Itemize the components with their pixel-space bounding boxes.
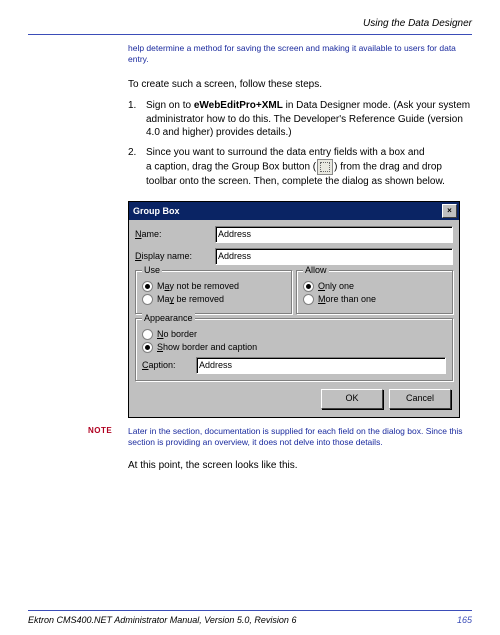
step-1: 1. Sign on to eWebEditPro+XML in Data De… [128,99,472,140]
use-option-not-removed[interactable]: May not be removed [142,281,285,292]
name-label: Name: [135,229,215,239]
page-footer: Ektron CMS400.NET Administrator Manual, … [28,604,472,625]
footer-rule [28,610,472,611]
step-2: 2. Since you want to surround the data e… [128,146,472,189]
allow-option-only-one[interactable]: Only one [303,281,446,292]
radio-icon [303,294,314,305]
dialog-titlebar: Group Box × [129,202,459,220]
page-number: 165 [457,615,472,625]
name-input[interactable]: Address [215,226,453,243]
note-text: Later in the section, documentation is s… [128,426,472,449]
allow-title: Allow [303,265,329,275]
appearance-title: Appearance [142,313,195,323]
after-note-paragraph: At this point, the screen looks like thi… [128,459,472,473]
step-body: Since you want to surround the data entr… [146,146,472,189]
footer-manual-title: Ektron CMS400.NET Administrator Manual, … [28,615,296,625]
radio-icon [142,342,153,353]
group-box-toolbar-icon [317,159,333,175]
cancel-button[interactable]: Cancel [389,389,451,409]
display-name-input[interactable]: Address [215,248,453,265]
header-rule [28,34,472,35]
radio-icon [142,329,153,340]
close-button[interactable]: × [442,204,457,218]
caption-label: Caption: [142,360,192,370]
continuation-text: help determine a method for saving the s… [128,43,472,66]
step-body: Sign on to eWebEditPro+XML in Data Desig… [146,99,472,140]
text-fragment: a caption, drag the Group Box button ( [146,162,316,173]
step-number: 1. [128,99,146,140]
radio-icon [142,281,153,292]
group-box-dialog: Group Box × Name: Address Display name: … [128,201,460,418]
note-block: NOTE Later in the section, documentation… [88,426,472,449]
text-fragment: Sign on to [146,100,194,111]
use-option-may-be-removed[interactable]: May be removed [142,294,285,305]
display-name-row: Display name: Address [135,248,453,265]
radio-icon [303,281,314,292]
use-groupbox: Use May not be removed May be removed [135,270,292,314]
display-name-label: Display name: [135,251,215,261]
allow-groupbox: Allow Only one More than one [296,270,453,314]
use-title: Use [142,265,162,275]
dialog-body: Name: Address Display name: Address Use … [129,220,459,417]
ok-button[interactable]: OK [321,389,383,409]
caption-row: Caption: Address [142,357,446,374]
caption-input[interactable]: Address [196,357,446,374]
step-number: 2. [128,146,146,189]
text-bold: eWebEditPro+XML [194,100,283,111]
radio-icon [142,294,153,305]
note-label: NOTE [88,426,128,449]
use-allow-row: Use May not be removed May be removed Al… [135,270,453,318]
text-line: Since you want to surround the data entr… [146,146,472,160]
text-line: a caption, drag the Group Box button () … [146,159,472,189]
appearance-option-no-border[interactable]: No border [142,329,446,340]
name-row: Name: Address [135,226,453,243]
allow-option-more-than-one[interactable]: More than one [303,294,446,305]
appearance-groupbox: Appearance No border Show border and cap… [135,318,453,381]
page-header-title: Using the Data Designer [28,18,472,29]
appearance-option-show-border[interactable]: Show border and caption [142,342,446,353]
intro-paragraph: To create such a screen, follow these st… [128,78,472,92]
dialog-title: Group Box [133,206,180,216]
dialog-buttons: OK Cancel [135,385,453,411]
